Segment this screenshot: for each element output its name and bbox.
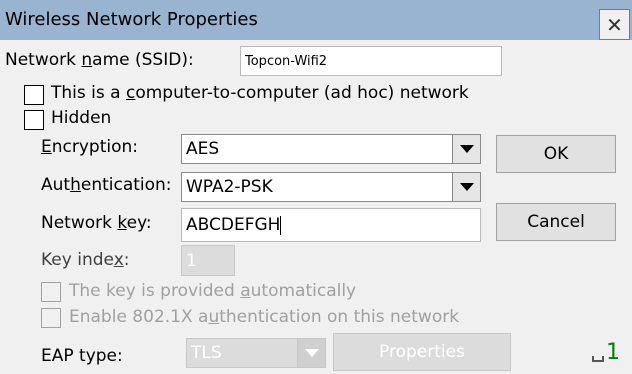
window-title: Wireless Network Properties — [5, 9, 258, 30]
properties-button[interactable]: Properties — [333, 333, 511, 371]
adhoc-label: This is a computer-to-computer (ad hoc) … — [51, 83, 469, 103]
authentication-label: Authentication: — [41, 175, 172, 195]
signal-icon — [592, 356, 604, 362]
eap-type-select[interactable]: TLS — [186, 338, 326, 368]
auto-key-label: The key is provided automatically — [69, 281, 357, 301]
key-index-input[interactable]: 1 — [181, 245, 235, 276]
chevron-down-icon[interactable] — [452, 135, 480, 163]
key-index-label: Key index: — [41, 250, 130, 270]
hidden-label: Hidden — [51, 108, 112, 128]
ok-button[interactable]: OK — [496, 135, 616, 173]
text-cursor — [280, 215, 282, 235]
cancel-button[interactable]: Cancel — [496, 203, 616, 241]
network-key-label: Network key: — [41, 213, 152, 233]
eap-type-value: TLS — [191, 343, 222, 363]
hidden-checkbox[interactable] — [24, 110, 44, 130]
eap-type-label: EAP type: — [41, 346, 123, 366]
encryption-value: AES — [186, 139, 220, 159]
close-icon: ✕ — [606, 12, 623, 37]
adhoc-checkbox[interactable] — [24, 85, 44, 105]
dot1x-checkbox[interactable] — [41, 308, 61, 328]
dot1x-label: Enable 802.1X authentication on this net… — [69, 307, 460, 327]
chevron-down-icon[interactable] — [297, 339, 325, 367]
ssid-input[interactable]: Topcon-Wifi2 — [240, 46, 502, 76]
status-indicator: 1 — [606, 340, 620, 365]
ssid-label: Network name (SSID): — [5, 50, 194, 70]
authentication-select[interactable]: WPA2-PSK — [181, 172, 481, 202]
encryption-select[interactable]: AES — [181, 134, 481, 164]
title-bar: Wireless Network Properties ✕ — [0, 0, 632, 40]
encryption-label: Encryption: — [41, 137, 139, 157]
chevron-down-icon[interactable] — [452, 173, 480, 201]
auto-key-checkbox[interactable] — [41, 282, 61, 302]
network-key-input[interactable]: ABCDEFGH — [181, 208, 481, 242]
close-button[interactable]: ✕ — [599, 9, 630, 40]
authentication-value: WPA2-PSK — [186, 177, 273, 197]
